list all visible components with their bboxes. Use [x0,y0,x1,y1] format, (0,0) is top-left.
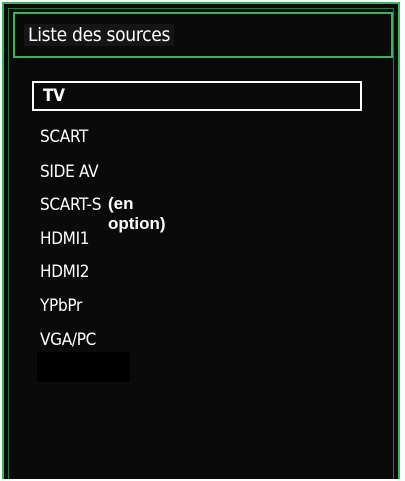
optional-note: (en option) [108,194,166,233]
page-title: Liste des sources [24,24,175,46]
empty-source-slot [37,352,130,382]
source-item-side-av[interactable]: SIDE AV [40,162,99,182]
source-item-scart-s[interactable]: SCART-S [40,195,101,215]
source-item-tv[interactable]: TV [32,81,362,111]
source-item-ypbpr[interactable]: YPbPr [40,296,82,316]
source-item-vga-pc[interactable]: VGA/PC [40,330,96,350]
source-item-hdmi2[interactable]: HDMI2 [40,262,90,282]
source-item-hdmi1[interactable]: HDMI1 [40,229,90,249]
source-item-scart[interactable]: SCART [40,127,88,147]
source-menu-screen: Liste des sources TV SCART SIDE AV SCART… [0,0,405,481]
